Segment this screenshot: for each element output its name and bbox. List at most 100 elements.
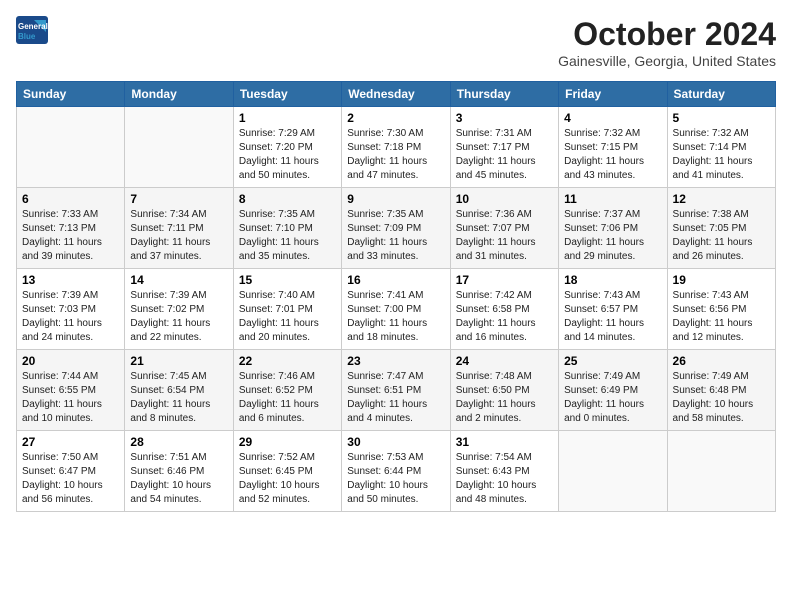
day-number: 2 bbox=[347, 111, 444, 125]
day-info: Sunrise: 7:38 AMSunset: 7:05 PMDaylight:… bbox=[673, 208, 770, 264]
calendar-table: Sunday Monday Tuesday Wednesday Thursday… bbox=[16, 81, 776, 512]
day-number: 29 bbox=[239, 435, 336, 449]
logo-icon: General Blue bbox=[16, 16, 48, 44]
day-info: Sunrise: 7:42 AMSunset: 6:58 PMDaylight:… bbox=[456, 289, 553, 345]
calendar-cell: 2 Sunrise: 7:30 AMSunset: 7:18 PMDaylight… bbox=[342, 107, 450, 188]
day-number: 23 bbox=[347, 354, 444, 368]
calendar-cell: 13 Sunrise: 7:39 AMSunset: 7:03 PMDayligh… bbox=[17, 269, 125, 350]
day-info: Sunrise: 7:49 AMSunset: 6:49 PMDaylight:… bbox=[564, 370, 661, 426]
calendar-cell: 22Sunrise: 7:46 AMSunset: 6:52 PMDayligh… bbox=[233, 350, 341, 431]
day-number: 13 bbox=[22, 273, 119, 287]
calendar-cell: 9Sunrise: 7:35 AMSunset: 7:09 PMDaylight… bbox=[342, 188, 450, 269]
svg-text:General: General bbox=[18, 22, 48, 31]
day-info: Sunrise: 7:52 AMSunset: 6:45 PMDaylight:… bbox=[239, 451, 336, 507]
calendar-cell: 5 Sunrise: 7:32 AMSunset: 7:14 PMDaylight… bbox=[667, 107, 775, 188]
calendar-week-row: 27Sunrise: 7:50 AMSunset: 6:47 PMDayligh… bbox=[17, 431, 776, 512]
calendar-cell: 26 Sunrise: 7:49 AMSunset: 6:48 PMDayligh… bbox=[667, 350, 775, 431]
day-number: 17 bbox=[456, 273, 553, 287]
day-info: Sunrise: 7:30 AMSunset: 7:18 PMDaylight:… bbox=[347, 127, 444, 183]
day-info: Sunrise: 7:53 AMSunset: 6:44 PMDaylight:… bbox=[347, 451, 444, 507]
day-info: Sunrise: 7:45 AMSunset: 6:54 PMDaylight:… bbox=[130, 370, 227, 426]
calendar-cell: 4Sunrise: 7:32 AMSunset: 7:15 PMDaylight… bbox=[559, 107, 667, 188]
day-number: 8 bbox=[239, 192, 336, 206]
day-info: Sunrise: 7:43 AMSunset: 6:56 PMDaylight:… bbox=[673, 289, 770, 345]
col-saturday: Saturday bbox=[667, 82, 775, 107]
day-info: Sunrise: 7:36 AMSunset: 7:07 PMDaylight:… bbox=[456, 208, 553, 264]
day-info: Sunrise: 7:48 AMSunset: 6:50 PMDaylight:… bbox=[456, 370, 553, 426]
day-number: 11 bbox=[564, 192, 661, 206]
calendar-week-row: 13 Sunrise: 7:39 AMSunset: 7:03 PMDayligh… bbox=[17, 269, 776, 350]
calendar-cell: 7 Sunrise: 7:34 AMSunset: 7:11 PMDaylight… bbox=[125, 188, 233, 269]
day-number: 24 bbox=[456, 354, 553, 368]
calendar-cell: 29 Sunrise: 7:52 AMSunset: 6:45 PMDayligh… bbox=[233, 431, 341, 512]
day-number: 3 bbox=[456, 111, 553, 125]
calendar-cell bbox=[667, 431, 775, 512]
day-info: Sunrise: 7:39 AMSunset: 7:02 PMDaylight:… bbox=[130, 289, 227, 345]
day-number: 1 bbox=[239, 111, 336, 125]
calendar-cell: 28 Sunrise: 7:51 AMSunset: 6:46 PMDayligh… bbox=[125, 431, 233, 512]
day-number: 7 bbox=[130, 192, 227, 206]
day-number: 5 bbox=[673, 111, 770, 125]
location-subtitle: Gainesville, Georgia, United States bbox=[558, 53, 776, 69]
col-sunday: Sunday bbox=[17, 82, 125, 107]
calendar-cell: 11 Sunrise: 7:37 AMSunset: 7:06 PMDayligh… bbox=[559, 188, 667, 269]
day-info: Sunrise: 7:29 AMSunset: 7:20 PMDaylight:… bbox=[239, 127, 336, 183]
col-thursday: Thursday bbox=[450, 82, 558, 107]
calendar-cell bbox=[125, 107, 233, 188]
calendar-cell: 8 Sunrise: 7:35 AMSunset: 7:10 PMDaylight… bbox=[233, 188, 341, 269]
calendar-cell: 27Sunrise: 7:50 AMSunset: 6:47 PMDayligh… bbox=[17, 431, 125, 512]
calendar-cell: 1 Sunrise: 7:29 AMSunset: 7:20 PMDaylight… bbox=[233, 107, 341, 188]
col-wednesday: Wednesday bbox=[342, 82, 450, 107]
calendar-cell: 24 Sunrise: 7:48 AMSunset: 6:50 PMDayligh… bbox=[450, 350, 558, 431]
day-info: Sunrise: 7:31 AMSunset: 7:17 PMDaylight:… bbox=[456, 127, 553, 183]
day-info: Sunrise: 7:50 AMSunset: 6:47 PMDaylight:… bbox=[22, 451, 119, 507]
calendar-cell: 16Sunrise: 7:41 AMSunset: 7:00 PMDayligh… bbox=[342, 269, 450, 350]
day-number: 15 bbox=[239, 273, 336, 287]
day-info: Sunrise: 7:34 AMSunset: 7:11 PMDaylight:… bbox=[130, 208, 227, 264]
day-number: 6 bbox=[22, 192, 119, 206]
day-number: 28 bbox=[130, 435, 227, 449]
day-info: Sunrise: 7:46 AMSunset: 6:52 PMDaylight:… bbox=[239, 370, 336, 426]
calendar-cell: 20Sunrise: 7:44 AMSunset: 6:55 PMDayligh… bbox=[17, 350, 125, 431]
calendar-cell: 14Sunrise: 7:39 AMSunset: 7:02 PMDayligh… bbox=[125, 269, 233, 350]
day-number: 10 bbox=[456, 192, 553, 206]
day-info: Sunrise: 7:32 AMSunset: 7:14 PMDaylight:… bbox=[673, 127, 770, 183]
day-info: Sunrise: 7:44 AMSunset: 6:55 PMDaylight:… bbox=[22, 370, 119, 426]
day-info: Sunrise: 7:43 AMSunset: 6:57 PMDaylight:… bbox=[564, 289, 661, 345]
calendar-cell: 3 Sunrise: 7:31 AMSunset: 7:17 PMDaylight… bbox=[450, 107, 558, 188]
day-number: 30 bbox=[347, 435, 444, 449]
day-info: Sunrise: 7:49 AMSunset: 6:48 PMDaylight:… bbox=[673, 370, 770, 426]
calendar-cell: 12Sunrise: 7:38 AMSunset: 7:05 PMDayligh… bbox=[667, 188, 775, 269]
calendar-week-row: 6 Sunrise: 7:33 AMSunset: 7:13 PMDaylight… bbox=[17, 188, 776, 269]
day-number: 26 bbox=[673, 354, 770, 368]
calendar-cell: 6 Sunrise: 7:33 AMSunset: 7:13 PMDaylight… bbox=[17, 188, 125, 269]
calendar-cell: 31Sunrise: 7:54 AMSunset: 6:43 PMDayligh… bbox=[450, 431, 558, 512]
day-info: Sunrise: 7:33 AMSunset: 7:13 PMDaylight:… bbox=[22, 208, 119, 264]
day-info: Sunrise: 7:37 AMSunset: 7:06 PMDaylight:… bbox=[564, 208, 661, 264]
calendar-cell: 10 Sunrise: 7:36 AMSunset: 7:07 PMDayligh… bbox=[450, 188, 558, 269]
day-number: 21 bbox=[130, 354, 227, 368]
calendar-week-row: 20Sunrise: 7:44 AMSunset: 6:55 PMDayligh… bbox=[17, 350, 776, 431]
day-info: Sunrise: 7:35 AMSunset: 7:10 PMDaylight:… bbox=[239, 208, 336, 264]
calendar-cell: 18 Sunrise: 7:43 AMSunset: 6:57 PMDayligh… bbox=[559, 269, 667, 350]
day-number: 19 bbox=[673, 273, 770, 287]
calendar-cell: 19 Sunrise: 7:43 AMSunset: 6:56 PMDayligh… bbox=[667, 269, 775, 350]
day-number: 16 bbox=[347, 273, 444, 287]
day-info: Sunrise: 7:47 AMSunset: 6:51 PMDaylight:… bbox=[347, 370, 444, 426]
day-info: Sunrise: 7:35 AMSunset: 7:09 PMDaylight:… bbox=[347, 208, 444, 264]
calendar-cell: 15Sunrise: 7:40 AMSunset: 7:01 PMDayligh… bbox=[233, 269, 341, 350]
day-number: 31 bbox=[456, 435, 553, 449]
title-block: October 2024 Gainesville, Georgia, Unite… bbox=[558, 16, 776, 69]
month-title: October 2024 bbox=[558, 16, 776, 53]
day-number: 18 bbox=[564, 273, 661, 287]
calendar-cell: 21 Sunrise: 7:45 AMSunset: 6:54 PMDayligh… bbox=[125, 350, 233, 431]
day-info: Sunrise: 7:32 AMSunset: 7:15 PMDaylight:… bbox=[564, 127, 661, 183]
day-number: 25 bbox=[564, 354, 661, 368]
calendar-header-row: Sunday Monday Tuesday Wednesday Thursday… bbox=[17, 82, 776, 107]
day-info: Sunrise: 7:51 AMSunset: 6:46 PMDaylight:… bbox=[130, 451, 227, 507]
calendar-cell: 17 Sunrise: 7:42 AMSunset: 6:58 PMDayligh… bbox=[450, 269, 558, 350]
day-info: Sunrise: 7:39 AMSunset: 7:03 PMDaylight:… bbox=[22, 289, 119, 345]
calendar-cell: 25 Sunrise: 7:49 AMSunset: 6:49 PMDayligh… bbox=[559, 350, 667, 431]
logo: General Blue bbox=[16, 16, 52, 44]
calendar-cell: 23 Sunrise: 7:47 AMSunset: 6:51 PMDayligh… bbox=[342, 350, 450, 431]
